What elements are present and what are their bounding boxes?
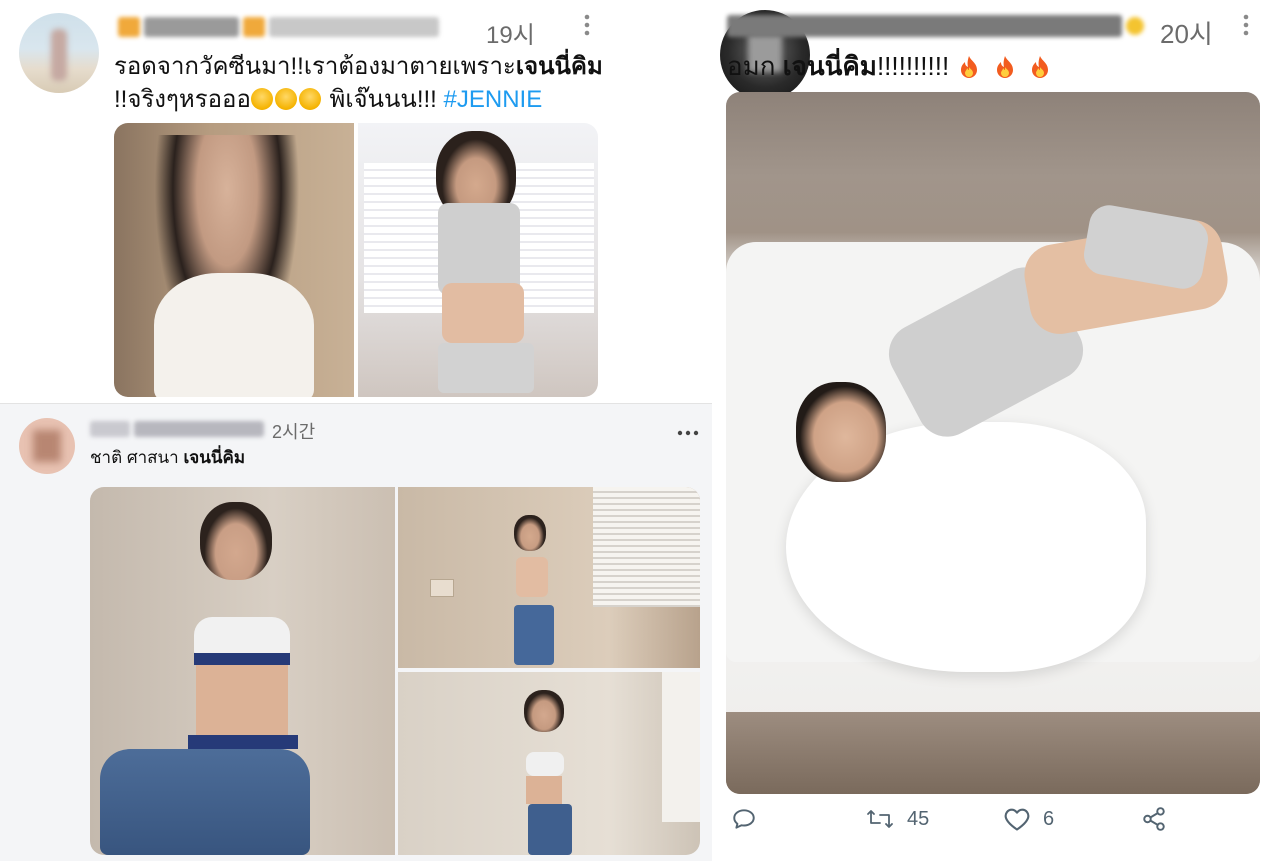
blurred-name-visible[interactable]	[727, 15, 1144, 37]
reply-button[interactable]	[731, 806, 757, 832]
blurred-username[interactable]	[90, 421, 264, 437]
more-vertical-icon[interactable]	[1237, 12, 1255, 42]
mention-name: เจนนี่คิม	[782, 51, 877, 81]
mention-name: เจนนี่คิม	[183, 448, 246, 467]
retweet-count: 45	[907, 807, 930, 830]
tweet-photo[interactable]	[398, 487, 700, 668]
tweet-text-part: รอดจากวัคซีนมา!!เราต้องมาตายเพราะ	[114, 53, 516, 80]
tweet-timestamp[interactable]: 2시간	[272, 418, 315, 444]
more-horizontal-icon[interactable]	[677, 420, 699, 442]
tweet-text-part: อมก	[727, 51, 783, 81]
fire-emoji	[956, 54, 982, 80]
hashtag-link[interactable]: #JENNIE	[444, 86, 543, 113]
tweet-photo[interactable]	[114, 123, 354, 397]
more-vertical-icon[interactable]	[578, 12, 596, 42]
tweet-top-left: 19시 รอดจากวัคซีนมา!!เราต้องมาตายเพราะเจน…	[0, 0, 715, 403]
tweet-text: รอดจากวัคซีนมา!!เราต้องมาตายเพราะเจนนี่ค…	[114, 50, 614, 116]
tweet-photo[interactable]	[90, 487, 395, 855]
tweet-text-part: !!จริงๆหรอออ	[114, 86, 251, 113]
tweet-photo[interactable]	[398, 672, 700, 855]
share-icon	[1141, 806, 1167, 832]
tweet-timestamp[interactable]: 20시	[1160, 14, 1213, 51]
reply-icon	[731, 806, 757, 832]
tweet-text-part: พิเจ๊นนน!!!	[322, 86, 444, 113]
tweet-text: อมก เจนนี่คิม!!!!!!!!!!	[727, 50, 1055, 83]
mention-name: เจนนี่คิม	[515, 53, 603, 80]
heart-icon	[1003, 806, 1031, 832]
tweet-text-part: !!!!!!!!!!	[876, 51, 957, 81]
retweet-icon	[865, 806, 895, 832]
tweet-photo[interactable]	[726, 92, 1260, 794]
sneezing-face-emoji	[250, 88, 273, 110]
avatar[interactable]	[19, 13, 99, 93]
fire-emoji	[1027, 54, 1053, 80]
avatar[interactable]	[19, 418, 75, 474]
tweet-bottom-left: 2시간 ชาติ ศาสนา เจนนี่คิม	[0, 403, 715, 861]
screenshot-collage: 19시 รอดจากวัคซีนมา!!เราต้องมาตายเพราะเจน…	[0, 0, 1280, 861]
tweet-text-part: ชาติ ศาสนา	[90, 448, 184, 467]
tweet-action-bar: 45 6	[715, 806, 1280, 850]
fire-emoji	[992, 54, 1018, 80]
tweet-right: 20시 อมก เจนนี่คิม!!!!!!!!!! 45 6	[715, 0, 1280, 861]
tweet-photo[interactable]	[358, 123, 598, 397]
sneezing-face-emoji	[274, 88, 297, 110]
tweet-text: ชาติ ศาสนา เจนนี่คิม	[90, 446, 245, 470]
like-button[interactable]: 6	[1003, 806, 1054, 832]
tweet-timestamp[interactable]: 19시	[486, 15, 535, 50]
like-count: 6	[1043, 807, 1055, 830]
sneezing-face-emoji	[298, 88, 321, 110]
blurred-username[interactable]	[118, 17, 439, 37]
retweet-button[interactable]: 45	[865, 806, 929, 832]
share-button[interactable]	[1141, 806, 1167, 832]
